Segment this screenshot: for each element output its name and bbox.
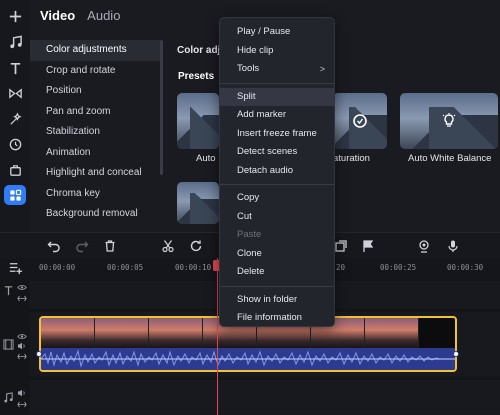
menu-item-tools-label: Tools (237, 63, 260, 74)
trash-icon[interactable] (102, 238, 118, 254)
music-icon[interactable] (4, 32, 26, 52)
clip-black-frame (419, 318, 455, 348)
menu-item-show-in-folder[interactable]: Show in folder (220, 291, 334, 310)
redo-icon[interactable] (74, 238, 90, 254)
tab-video[interactable]: Video (40, 8, 75, 23)
presets-heading: Presets (178, 71, 215, 82)
clip-frame (149, 318, 203, 348)
ruler-label: 00:00:00 (39, 263, 76, 272)
preset-auto-white-balance-label: Auto White Balance (408, 153, 492, 164)
microphone-icon[interactable] (445, 238, 461, 254)
effects-icon[interactable] (4, 109, 26, 129)
flag-icon[interactable] (360, 238, 376, 254)
preset-auto-label: Auto (196, 153, 216, 164)
menu-item-insert-freeze-frame[interactable]: Insert freeze frame (220, 125, 334, 144)
menu-item-clone[interactable]: Clone (220, 245, 334, 264)
clip-volume-handle-right[interactable] (453, 351, 459, 357)
category-pan-and-zoom[interactable]: Pan and zoom (30, 102, 160, 123)
waveform-graphic (41, 349, 455, 368)
undo-icon[interactable] (46, 238, 62, 254)
section-title: Color adj (177, 45, 221, 56)
ruler-label: 00:00:05 (107, 263, 144, 272)
scissors-icon[interactable] (160, 238, 176, 254)
menu-item-file-information[interactable]: File information (220, 309, 334, 328)
preset-auto[interactable] (177, 93, 219, 149)
category-scrollbar[interactable] (160, 40, 163, 175)
add-icon[interactable] (4, 6, 26, 26)
playhead[interactable] (217, 258, 218, 415)
chevron-right-icon: > (319, 64, 325, 74)
tool-rail (0, 0, 30, 232)
menu-separator (220, 285, 334, 287)
text-icon[interactable] (4, 58, 26, 78)
category-list: Color adjustments Crop and rotate Positi… (30, 40, 160, 225)
menu-item-detach-audio[interactable]: Detach audio (220, 162, 334, 181)
menu-item-add-marker[interactable]: Add marker (220, 106, 334, 125)
rotate-icon[interactable] (188, 238, 204, 254)
preset-extra[interactable] (177, 182, 219, 224)
saturation-icon (351, 112, 369, 130)
preset-saturation[interactable] (333, 93, 387, 149)
ruler-label: 00:00:10 (175, 263, 212, 272)
category-color-adjustments[interactable]: Color adjustments (30, 40, 160, 61)
menu-separator (220, 184, 334, 185)
transitions-icon[interactable] (4, 83, 26, 103)
audio-track-lane[interactable] (30, 380, 500, 414)
category-highlight-and-conceal[interactable]: Highlight and conceal (30, 163, 160, 184)
category-animation[interactable]: Animation (30, 143, 160, 164)
clip-volume-handle-left[interactable] (36, 351, 42, 357)
link-icon[interactable] (17, 400, 47, 410)
menu-item-delete[interactable]: Delete (220, 263, 334, 282)
context-menu: Play / Pause Hide clip Tools > Split Add… (219, 17, 335, 327)
menu-item-cut[interactable]: Cut (220, 208, 334, 227)
lightbulb-icon (440, 112, 458, 130)
category-background-removal[interactable]: Background removal (30, 204, 160, 225)
category-position[interactable]: Position (30, 81, 160, 102)
menu-item-detect-scenes[interactable]: Detect scenes (220, 143, 334, 162)
clip-frame (41, 318, 95, 348)
audio-waveform (41, 348, 455, 370)
sticker-icon[interactable] (4, 160, 26, 180)
overlay-icon[interactable] (333, 238, 349, 254)
ruler-label: 00:00:30 (447, 263, 484, 272)
menu-item-hide-clip[interactable]: Hide clip (220, 42, 334, 61)
eye-icon[interactable] (17, 283, 47, 293)
preset-saturation-label: aturation (333, 153, 370, 164)
ruler-label: 20 (336, 263, 346, 272)
more-tools-icon[interactable] (4, 185, 26, 205)
menu-item-tools[interactable]: Tools > (220, 60, 334, 79)
webcam-icon[interactable] (416, 238, 432, 254)
ruler-label: 00:00:25 (380, 263, 417, 272)
preset-auto-white-balance[interactable] (400, 93, 498, 149)
menu-item-copy[interactable]: Copy (220, 189, 334, 208)
menu-separator (220, 82, 334, 84)
volume-icon[interactable] (17, 389, 47, 399)
category-stabilization[interactable]: Stabilization (30, 122, 160, 143)
clip-frame (95, 318, 149, 348)
menu-item-paste: Paste (237, 229, 262, 240)
clip-frame (365, 318, 419, 348)
category-crop-and-rotate[interactable]: Crop and rotate (30, 61, 160, 82)
properties-tabs: Video Audio (40, 8, 120, 23)
menu-item-play-pause[interactable]: Play / Pause (220, 23, 334, 42)
clock-icon[interactable] (4, 134, 26, 154)
menu-item-split[interactable]: Split (220, 87, 334, 106)
category-chroma-key[interactable]: Chroma key (30, 184, 160, 205)
link-icon[interactable] (17, 294, 47, 304)
tab-audio[interactable]: Audio (87, 8, 120, 23)
